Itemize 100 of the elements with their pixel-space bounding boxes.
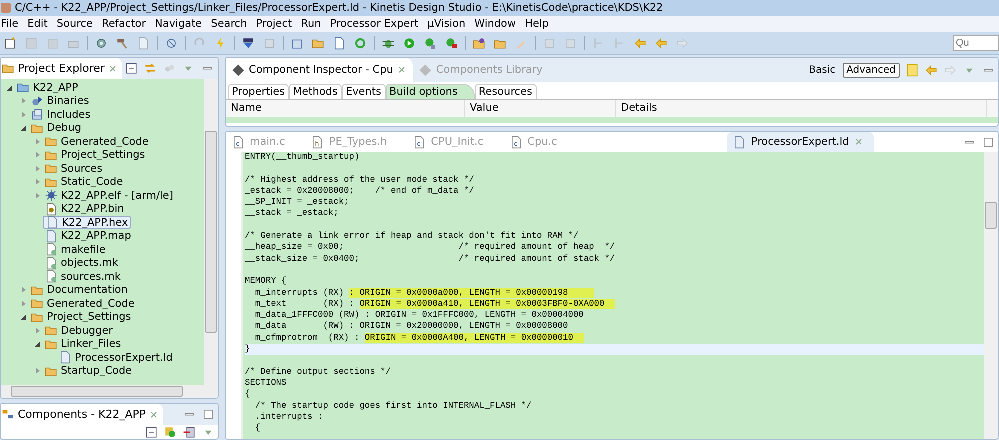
tree-item[interactable]: K22_APP.hex (43, 216, 132, 230)
quick-access-field[interactable]: Qu (953, 35, 999, 51)
tree-item[interactable]: Startup_Code (43, 364, 134, 378)
vertical-scrollbar[interactable] (204, 79, 218, 385)
menu-item[interactable]: µVision (426, 18, 471, 30)
close-icon[interactable] (854, 137, 864, 147)
tree-item[interactable]: Sources (43, 162, 105, 176)
mode-button[interactable]: Basic (805, 62, 840, 78)
close-icon[interactable] (397, 65, 408, 75)
tree-item[interactable]: K22_APP (15, 81, 80, 94)
load-icon[interactable] (242, 36, 255, 50)
makefile-icon (45, 243, 58, 256)
file-icon (46, 216, 59, 230)
code-text: /* The startup code goes first into INTERNAL_FLASH */ (254, 400, 532, 411)
forward-icon[interactable] (676, 36, 689, 50)
folder-icon (31, 297, 44, 310)
tab[interactable]: Methods (289, 84, 342, 99)
menu-item[interactable]: Window (474, 18, 522, 30)
collapse-all-icon[interactable] (124, 62, 138, 75)
tree-item[interactable]: Generated_Code (43, 135, 151, 148)
code-text: __stack = _estack; (245, 208, 339, 218)
view-tab[interactable]: Component Inspector - Cpu (226, 58, 414, 82)
tree-item[interactable]: Documentation (29, 284, 130, 297)
maximize-icon[interactable] (982, 136, 995, 148)
forward-icon[interactable] (944, 64, 957, 76)
file-icon (45, 230, 58, 243)
tab[interactable]: Properties (228, 84, 290, 99)
collapse-all-icon[interactable] (145, 426, 158, 438)
note-icon[interactable] (906, 64, 919, 76)
menu-item[interactable]: Project (255, 18, 298, 30)
tree-item[interactable]: Binaries (29, 94, 92, 108)
tree-item[interactable]: Project_Settings (29, 310, 134, 324)
menu-item[interactable]: Navigate (154, 18, 208, 30)
tree-item[interactable]: ProcessorExpert.ld (57, 351, 175, 364)
tree-item[interactable]: Project_Settings (43, 148, 148, 162)
components-icon (2, 408, 15, 421)
tree-item[interactable]: Generated_Code (29, 297, 137, 310)
menu-item[interactable]: File (0, 18, 24, 30)
menu-item[interactable]: Processor Expert (329, 18, 424, 30)
close-icon[interactable] (149, 410, 160, 420)
view-tab[interactable]: Components - K22_APP (1, 404, 164, 425)
binaries-icon (31, 94, 44, 108)
c-file-icon[interactable] (333, 36, 346, 50)
tree-item[interactable]: Linker_Files (43, 338, 124, 351)
project-folder-icon (17, 81, 30, 94)
vertical-scrollbar[interactable] (984, 152, 998, 439)
tree-item[interactable]: Includes (29, 108, 93, 122)
debug-icon[interactable] (165, 36, 178, 50)
run-icon[interactable] (403, 36, 416, 50)
stop-icon[interactable] (445, 36, 458, 50)
tree-item[interactable]: Static_Code (43, 176, 126, 189)
makefile-icon (45, 256, 58, 270)
code-text: ENTRY(__thumb_startup) (245, 152, 360, 162)
tree-item[interactable]: Debug (29, 122, 84, 135)
mode-button[interactable]: Advanced (842, 62, 900, 78)
gear-icon[interactable] (95, 36, 108, 50)
back-icon[interactable] (925, 64, 938, 76)
run-config-icon[interactable] (424, 36, 437, 50)
link-icon[interactable] (144, 62, 157, 75)
tab[interactable]: Events (342, 84, 386, 99)
code-text: /* Define output sections */ (245, 366, 391, 377)
maximize-icon[interactable] (202, 408, 215, 421)
view-tab[interactable]: Project Explorer (1, 58, 122, 79)
highlighted-code: : ORIGIN = 0x0000a000, LENGTH = 0x00000198 (349, 288, 594, 298)
menu-item[interactable]: Source (56, 18, 98, 30)
tab[interactable]: Resources (474, 84, 536, 99)
tree-item[interactable]: makefile (43, 243, 108, 256)
tree-item[interactable]: Debugger (43, 324, 115, 338)
menu-item[interactable]: Search (210, 18, 252, 30)
code-text: { (245, 389, 250, 400)
tree-item[interactable]: K22_APP.bin (43, 202, 126, 216)
tree-item[interactable]: K22_APP.elf - [arm/le] (43, 189, 176, 202)
file-icon (59, 351, 72, 364)
code-text: __stack_size = 0x0400; /* required amount of stack */ (245, 254, 616, 264)
back-icon[interactable] (655, 36, 668, 50)
tree-item[interactable]: objects.mk (43, 256, 120, 270)
back-icon[interactable] (634, 36, 647, 50)
menu-item[interactable]: Run (300, 18, 326, 30)
tree-item[interactable]: sources.mk (43, 270, 123, 284)
window-title: C/C++ - K22_APP/Project_Settings/Linker_Files/ProcessorExpert.ld - Kinetis Design Studio - E:\KinetisCode\practice\KDS\K22 (15, 2, 664, 14)
close-icon[interactable] (108, 64, 118, 74)
save-icon[interactable] (25, 36, 38, 50)
tab[interactable]: Build options (386, 84, 475, 99)
save-all-icon[interactable] (46, 36, 59, 50)
app-icon (1, 3, 11, 13)
code-text: __SP_INIT = _estack; (245, 197, 350, 208)
hammer-icon[interactable] (116, 36, 129, 50)
folder-icon (45, 135, 58, 148)
code-text: SECTIONS (245, 378, 287, 388)
code-text: _estack = 0x20008000; /* end of m_data */ (245, 186, 474, 196)
tree-item[interactable]: K22_APP.map (43, 230, 134, 243)
new-icon[interactable] (4, 36, 17, 50)
open-folder-icon[interactable] (473, 36, 486, 50)
menu-item[interactable]: Edit (26, 18, 53, 30)
code-text: __heap_size = 0x00; /* required amount of heap */ (245, 242, 616, 252)
horizontal-scrollbar[interactable] (1, 385, 218, 398)
menu-item[interactable]: Help (524, 18, 554, 30)
includes-icon (31, 108, 44, 122)
editor-tab[interactable]: ProcessorExpert.ld (727, 132, 874, 152)
menu-item[interactable]: Refactor (101, 18, 152, 30)
